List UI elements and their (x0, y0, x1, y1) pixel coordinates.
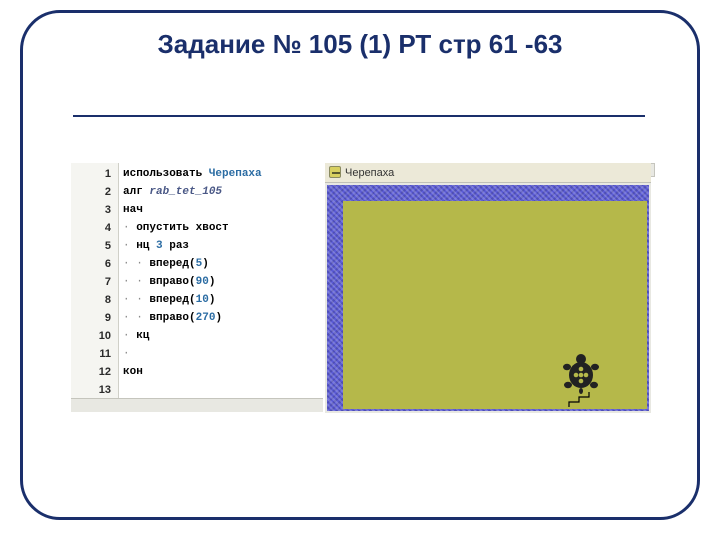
code-text: использовать Черепаха (123, 165, 323, 183)
code-line[interactable]: 1 использовать Черепаха (71, 165, 323, 183)
code-line[interactable]: 4 · опустить хвост (71, 219, 323, 237)
code-line[interactable]: 5 · нц 3 раз (71, 237, 323, 255)
turtle-window: Черепаха (325, 163, 651, 413)
code-text: алг rab_tet_105 (123, 183, 323, 201)
turtle-sprite-icon (559, 351, 603, 395)
line-number: 6 (71, 255, 111, 273)
code-line[interactable]: 3 нач (71, 201, 323, 219)
slide-title: Задание № 105 (1) РТ стр 61 -63 (23, 29, 697, 60)
line-number: 8 (71, 291, 111, 309)
code-line[interactable]: 8 · · вперед(10) (71, 291, 323, 309)
code-text: · · вправо(270) (123, 309, 323, 327)
line-number: 7 (71, 273, 111, 291)
code-text: · · вправо(90) (123, 273, 323, 291)
turtle-canvas[interactable] (343, 201, 647, 409)
code-editor[interactable]: 1 использовать Черепаха 2 алг rab_tet_105 3н… (71, 163, 323, 398)
code-line[interactable]: 12 кон (71, 363, 323, 381)
line-number: 4 (71, 219, 111, 237)
code-line[interactable]: 6 · · вперед(5) (71, 255, 323, 273)
turtle-window-titlebar[interactable]: Черепаха (325, 163, 651, 183)
code-line[interactable]: 10 · кц (71, 327, 323, 345)
code-text: · · вперед(5) (123, 255, 323, 273)
turtle-app-icon (329, 166, 341, 178)
code-line[interactable]: 11 · (71, 345, 323, 363)
code-line[interactable]: 13 (71, 381, 323, 399)
code-text: кон (123, 363, 323, 381)
line-number: 2 (71, 183, 111, 201)
code-text: нач (123, 201, 323, 219)
code-line[interactable]: 2 алг rab_tet_105 (71, 183, 323, 201)
editor-statusbar (71, 398, 323, 412)
divider (73, 115, 645, 117)
line-number: 13 (71, 381, 111, 399)
turtle-window-title: Черепаха (345, 167, 394, 179)
code-text: · · вперед(10) (123, 291, 323, 309)
line-number: 1 (71, 165, 111, 183)
line-number: 11 (71, 345, 111, 363)
code-text: · нц 3 раз (123, 237, 323, 255)
canvas-border (327, 185, 649, 411)
code-line[interactable]: 9 · · вправо(270) (71, 309, 323, 327)
line-number: 12 (71, 363, 111, 381)
code-text: · опустить хвост (123, 219, 323, 237)
line-number: 5 (71, 237, 111, 255)
line-number: 3 (71, 201, 111, 219)
code-text: · кц (123, 327, 323, 345)
code-line[interactable]: 7 · · вправо(90) (71, 273, 323, 291)
slide-frame: Задание № 105 (1) РТ стр 61 -63 1 использ… (20, 10, 700, 520)
line-number: 9 (71, 309, 111, 327)
code-text: · (123, 345, 323, 363)
line-number: 10 (71, 327, 111, 345)
